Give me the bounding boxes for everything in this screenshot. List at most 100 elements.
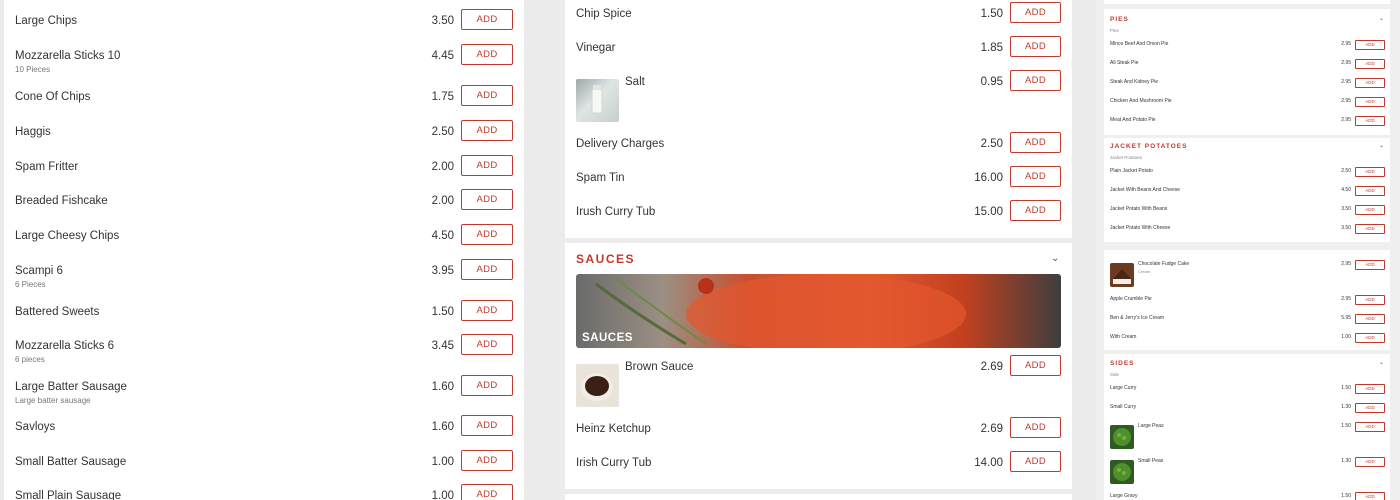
- item-name: Vinegar: [576, 42, 616, 54]
- item-name: Delivery Charges: [576, 138, 665, 150]
- chevron-down-icon[interactable]: ⌄: [1379, 142, 1384, 149]
- item-price: 1.00: [431, 490, 454, 500]
- chevron-down-icon[interactable]: ⌄: [1379, 15, 1384, 22]
- item-name: Chip Spice: [576, 8, 632, 20]
- add-button[interactable]: ADD: [1355, 314, 1385, 324]
- item-price: 2.95: [1341, 296, 1351, 302]
- item-description: Cream: [1138, 269, 1151, 274]
- item-price: 1.30: [1341, 404, 1351, 410]
- section-subtitle: Side: [1110, 372, 1120, 377]
- add-button[interactable]: ADD: [1010, 132, 1061, 153]
- add-button[interactable]: ADD: [1010, 166, 1061, 187]
- item-price: 3.95: [431, 265, 454, 277]
- section-title: JACKET POTATOES: [1110, 143, 1188, 150]
- sauces-panel: SAUCES ⌄ SAUCES Brown Sauce 2.69 ADD Hei…: [565, 243, 1072, 489]
- next-panel: [565, 494, 1072, 500]
- add-button[interactable]: ADD: [1010, 451, 1061, 472]
- add-button[interactable]: ADD: [1355, 260, 1385, 270]
- add-button[interactable]: ADD: [1355, 333, 1385, 343]
- add-button[interactable]: ADD: [461, 484, 513, 500]
- add-button[interactable]: ADD: [1355, 224, 1385, 234]
- item-name: Chocolate Fudge Cake: [1138, 261, 1190, 267]
- add-button[interactable]: ADD: [461, 334, 513, 355]
- item-name: Steak And Kidney Pie: [1110, 79, 1159, 85]
- add-button[interactable]: ADD: [1355, 295, 1385, 305]
- item-price: 16.00: [974, 172, 1003, 184]
- add-button[interactable]: ADD: [461, 375, 513, 396]
- item-name: Large Gravy: [1110, 493, 1138, 499]
- item-name: Haggis: [15, 126, 51, 138]
- item-name: Irish Curry Tub: [576, 457, 652, 469]
- item-name: Breaded Fishcake: [15, 195, 108, 207]
- add-button[interactable]: ADD: [1355, 403, 1385, 413]
- middle-menu-panel: Chip Spice 1.50 ADD Vinegar 1.85 ADD Sal…: [565, 0, 1072, 500]
- add-button[interactable]: ADD: [461, 224, 513, 245]
- banner-label: SAUCES: [582, 332, 633, 344]
- item-name: Heinz Ketchup: [576, 423, 651, 435]
- add-button[interactable]: ADD: [1355, 78, 1385, 88]
- add-button[interactable]: ADD: [1010, 70, 1061, 91]
- item-name: Meat And Potato Pie: [1110, 117, 1156, 123]
- item-price: 1.50: [1341, 493, 1351, 499]
- add-button[interactable]: ADD: [1010, 417, 1061, 438]
- item-name: Savloys: [15, 421, 56, 433]
- add-button[interactable]: ADD: [1355, 422, 1385, 432]
- add-button[interactable]: ADD: [1010, 355, 1061, 376]
- item-name: Spam Tin: [576, 172, 625, 184]
- item-name: Small Peas: [1138, 458, 1164, 464]
- item-description: 6 pieces: [15, 355, 45, 364]
- add-button[interactable]: ADD: [461, 44, 513, 65]
- add-button[interactable]: ADD: [461, 189, 513, 210]
- item-name: Large Curry: [1110, 385, 1137, 391]
- add-button[interactable]: ADD: [461, 415, 513, 436]
- brown-sauce-thumbnail: [576, 364, 619, 407]
- add-button[interactable]: ADD: [1355, 457, 1385, 467]
- add-button[interactable]: ADD: [1010, 36, 1061, 57]
- chevron-down-icon[interactable]: ⌄: [1379, 359, 1384, 366]
- section-title: SIDES: [1110, 360, 1135, 367]
- item-name: Mozzarella Sticks 10: [15, 50, 121, 62]
- add-button[interactable]: ADD: [461, 9, 513, 30]
- item-name: Large Peas: [1138, 423, 1164, 429]
- chevron-down-icon[interactable]: ⌄: [1051, 253, 1059, 264]
- section-title: SAUCES: [576, 252, 636, 266]
- add-button[interactable]: ADD: [1355, 186, 1385, 196]
- add-button[interactable]: ADD: [1010, 200, 1061, 221]
- item-name: Plain Jacket Potato: [1110, 168, 1153, 174]
- item-price: 2.95: [1341, 41, 1351, 47]
- add-button[interactable]: ADD: [1355, 59, 1385, 69]
- item-price: 2.95: [1341, 60, 1351, 66]
- left-menu-panel: Large Chips 3.50 ADD Mozzarella Sticks 1…: [4, 0, 524, 500]
- add-button[interactable]: ADD: [1355, 384, 1385, 394]
- item-price: 2.95: [1341, 79, 1351, 85]
- add-button[interactable]: ADD: [1355, 97, 1385, 107]
- item-price: 4.45: [431, 50, 454, 62]
- extras-panel: Chip Spice 1.50 ADD Vinegar 1.85 ADD Sal…: [565, 0, 1072, 238]
- add-button[interactable]: ADD: [1010, 2, 1061, 23]
- add-button[interactable]: ADD: [461, 155, 513, 176]
- add-button[interactable]: ADD: [1355, 167, 1385, 177]
- item-name: Large Batter Sausage: [15, 381, 127, 393]
- item-name: Jacket Potato With Cheese: [1110, 225, 1171, 231]
- peas-thumbnail: [1110, 460, 1134, 484]
- section-title: PIES: [1110, 16, 1129, 23]
- item-price: 1.50: [431, 306, 454, 318]
- add-button[interactable]: ADD: [1355, 205, 1385, 215]
- item-price: 2.50: [431, 126, 454, 138]
- sauces-banner-image: SAUCES: [576, 274, 1061, 348]
- item-price: 2.95: [1341, 117, 1351, 123]
- add-button[interactable]: ADD: [461, 259, 513, 280]
- item-name: With Cream: [1110, 334, 1137, 340]
- sides-panel: SIDES ⌄ Side Large Curry 1.50 ADD Small Cu…: [1104, 354, 1390, 500]
- add-button[interactable]: ADD: [1355, 40, 1385, 50]
- add-button[interactable]: ADD: [1355, 492, 1385, 500]
- item-price: 0.95: [980, 76, 1003, 88]
- add-button[interactable]: ADD: [461, 450, 513, 471]
- add-button[interactable]: ADD: [1355, 116, 1385, 126]
- item-name: Ben & Jerry's Ice Cream: [1110, 315, 1165, 321]
- item-description: 10 Pieces: [15, 65, 51, 74]
- add-button[interactable]: ADD: [461, 85, 513, 106]
- add-button[interactable]: ADD: [461, 120, 513, 141]
- add-button[interactable]: ADD: [461, 300, 513, 321]
- item-name: Battered Sweets: [15, 306, 100, 318]
